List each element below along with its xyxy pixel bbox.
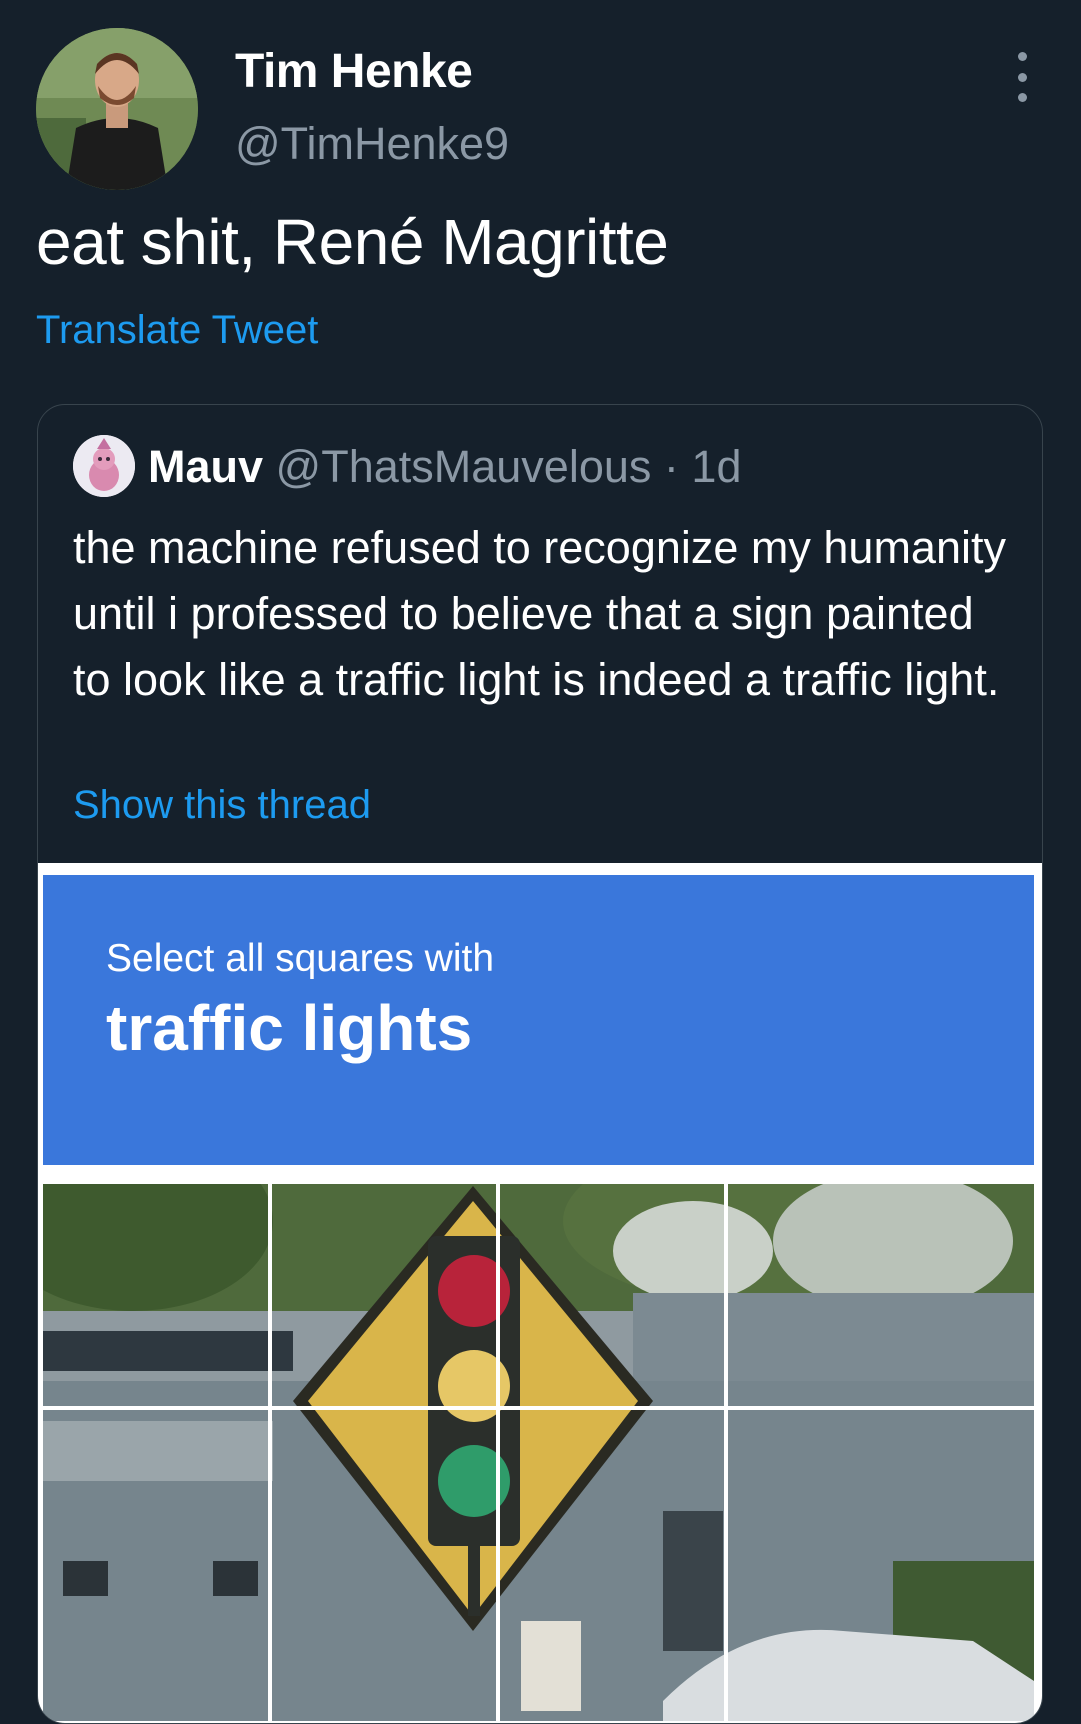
captcha-tile[interactable] (271, 1409, 515, 1653)
captcha-image[interactable]: Select all squares with traffic lights (38, 863, 1042, 1723)
captcha-tile[interactable] (727, 1181, 971, 1425)
quoted-author-avatar[interactable] (73, 435, 135, 497)
captcha-tile[interactable] (271, 1181, 515, 1425)
separator-dot: · (663, 441, 679, 492)
quoted-author-name[interactable]: Mauv (148, 441, 263, 492)
quoted-header: Mauv @ThatsMauvelous · 1d (148, 441, 741, 493)
captcha-grid (43, 1181, 1034, 1721)
tweet-text: eat shit, René Magritte (36, 206, 669, 278)
captcha-tile[interactable] (499, 1181, 743, 1425)
captcha-target: traffic lights (106, 992, 473, 1064)
author-handle[interactable]: @TimHenke9 (235, 118, 509, 170)
captcha-tile[interactable] (499, 1409, 743, 1653)
captcha-tile[interactable] (727, 1409, 971, 1653)
quoted-text: the machine refused to recognize my huma… (73, 522, 1006, 705)
show-thread-link[interactable]: Show this thread (73, 783, 371, 828)
translate-tweet-link[interactable]: Translate Tweet (36, 308, 318, 353)
author-avatar[interactable] (36, 28, 198, 190)
author-name[interactable]: Tim Henke (235, 44, 473, 99)
quoted-tweet[interactable]: Mauv @ThatsMauvelous · 1d the machine re… (37, 404, 1043, 1724)
quoted-author-handle[interactable]: @ThatsMauvelous (276, 441, 652, 492)
captcha-tile[interactable] (43, 1181, 287, 1425)
quoted-timestamp[interactable]: 1d (691, 441, 741, 492)
captcha-header: Select all squares with traffic lights (43, 875, 1034, 1165)
captcha-tile[interactable] (43, 1409, 287, 1653)
more-vertical-icon[interactable] (1010, 52, 1034, 102)
captcha-instruction: Select all squares with (106, 937, 495, 980)
